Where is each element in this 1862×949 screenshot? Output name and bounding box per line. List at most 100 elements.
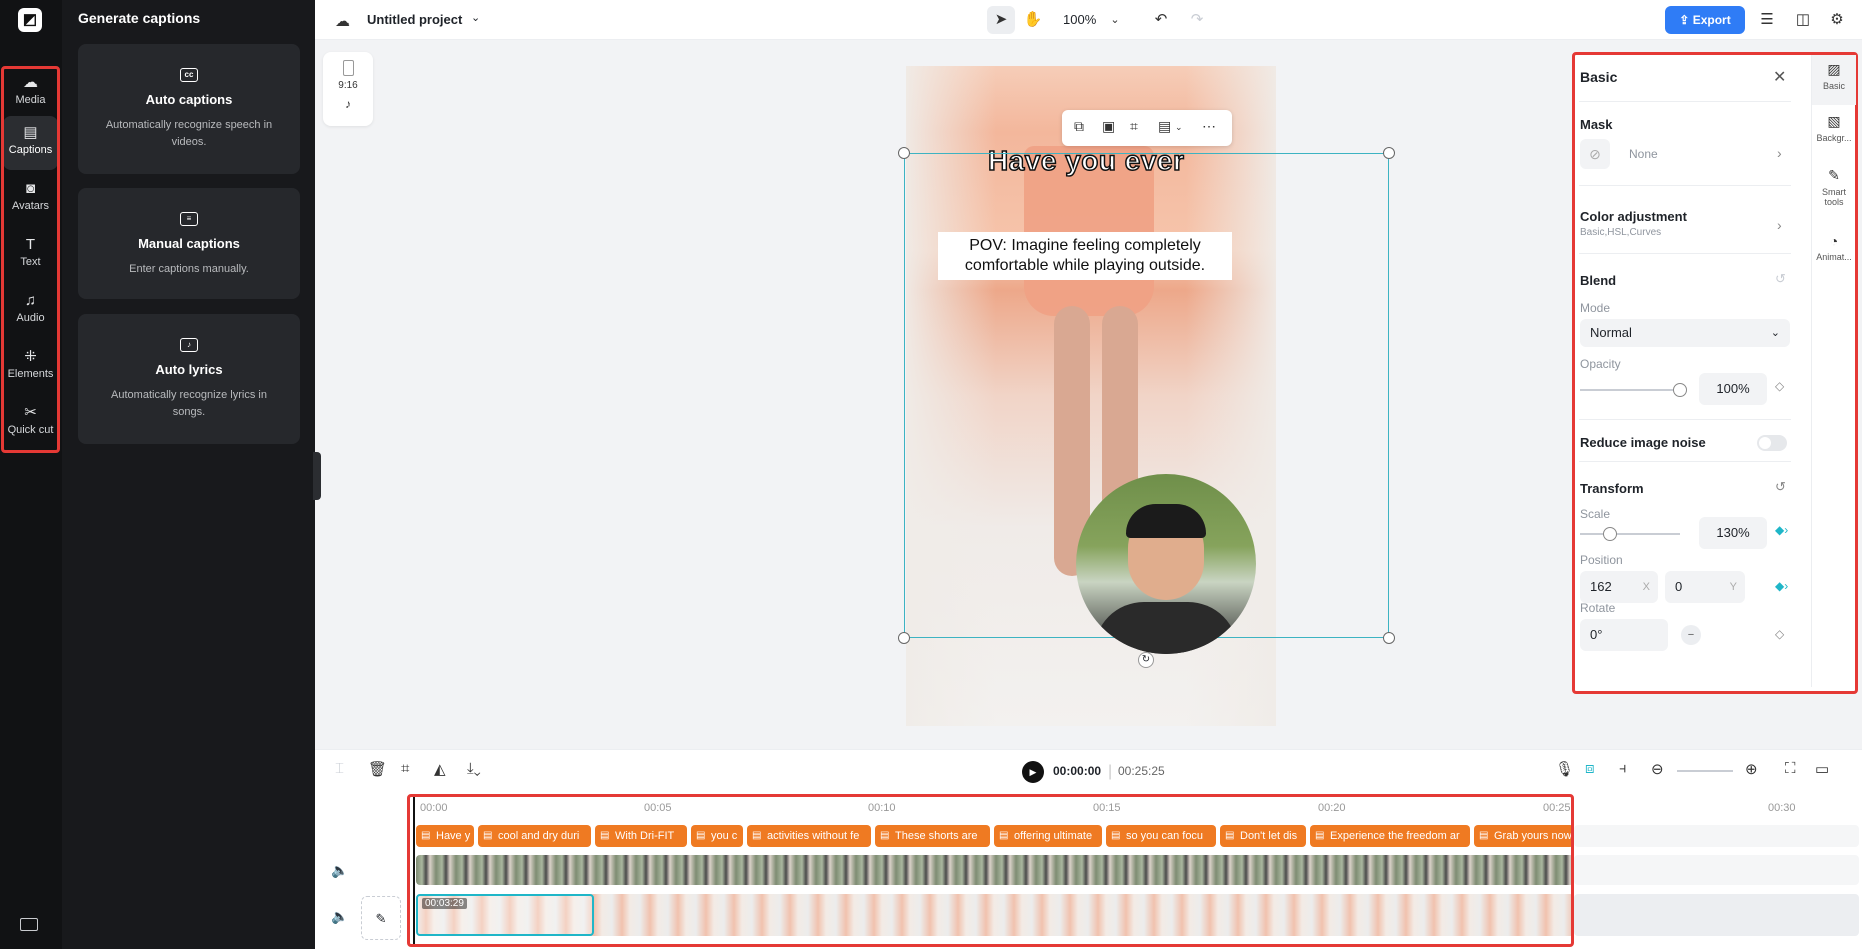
redo-button[interactable]: ↷ bbox=[1183, 6, 1211, 34]
settings-icon[interactable]: ⚙ bbox=[1823, 6, 1851, 34]
keyframe-icon[interactable]: ◇ bbox=[1775, 379, 1784, 393]
lyrics-icon: ♪ bbox=[180, 338, 198, 352]
zoom-level[interactable]: 100% bbox=[1063, 12, 1096, 27]
hand-tool-button[interactable]: ✋ bbox=[1019, 6, 1047, 34]
opacity-slider[interactable] bbox=[1580, 389, 1680, 391]
properties-panel: Basic ✕ Mask ⊘ None › Color adjustment B… bbox=[1572, 52, 1858, 694]
panel-collapse-handle[interactable] bbox=[313, 452, 321, 500]
cc-icon: cc bbox=[180, 68, 198, 82]
layers-icon[interactable]: ☰ bbox=[1753, 6, 1781, 34]
export-label: Export bbox=[1692, 13, 1731, 27]
keyframe-icon[interactable]: ◇ bbox=[1775, 627, 1784, 641]
resize-handle-tl[interactable] bbox=[898, 147, 910, 159]
timeline-zoom-slider[interactable] bbox=[1677, 770, 1733, 772]
crop-icon[interactable]: ⌗ bbox=[401, 760, 409, 777]
select-tool-button[interactable]: ➤ bbox=[987, 6, 1015, 34]
layout-icon[interactable]: ◫ bbox=[1789, 6, 1817, 34]
opacity-label: Opacity bbox=[1580, 357, 1621, 371]
picture-effect-icon[interactable]: ▤ bbox=[1158, 118, 1171, 135]
chevron-down-icon[interactable]: ⌄ bbox=[471, 11, 480, 24]
cloud-sync-icon[interactable]: ☁ bbox=[335, 12, 350, 30]
tab-basic[interactable]: ▨ Basic bbox=[1812, 55, 1856, 105]
keyframe-active-icon[interactable]: ◆› bbox=[1775, 579, 1788, 593]
timeline-highlight bbox=[407, 794, 1574, 947]
remove-bg-icon[interactable]: ▣ bbox=[1102, 118, 1115, 135]
project-title[interactable]: Untitled project bbox=[367, 12, 462, 27]
resize-handle-bl[interactable] bbox=[898, 632, 910, 644]
export-button[interactable]: ⇪ Export bbox=[1665, 6, 1745, 34]
split-scene-icon[interactable]: ⫞ bbox=[1619, 760, 1627, 777]
rotate-handle-icon[interactable]: ↻ bbox=[1138, 652, 1154, 668]
no-mask-icon[interactable]: ⊘ bbox=[1580, 139, 1610, 169]
chevron-down-icon[interactable]: ⌄ bbox=[1175, 122, 1183, 133]
blend-mode-select[interactable]: Normal ⌄ bbox=[1580, 319, 1790, 347]
position-x-value: 162 bbox=[1590, 579, 1612, 594]
floating-toolbar: ⧉ ▣ ⌗ ▤ ⌄ ⋯ bbox=[1062, 110, 1232, 146]
resize-handle-br[interactable] bbox=[1383, 632, 1395, 644]
zoom-in-icon[interactable]: ⊕ bbox=[1745, 760, 1758, 778]
keyframe-active-icon[interactable]: ◆› bbox=[1775, 523, 1788, 537]
undo-button[interactable]: ↶ bbox=[1147, 6, 1175, 34]
zoom-chevron-icon[interactable]: ⌄ bbox=[1101, 6, 1129, 34]
auto-snap-icon[interactable]: ⧈ bbox=[1585, 760, 1595, 777]
edit-cover-icon[interactable]: ✎ bbox=[361, 896, 401, 940]
basic-icon: ▨ bbox=[1827, 61, 1841, 77]
tab-smart-tools[interactable]: ✎ Smart tools bbox=[1812, 161, 1856, 223]
chevron-right-icon[interactable]: › bbox=[1777, 145, 1782, 161]
comment-icon[interactable]: ▭ bbox=[1815, 760, 1829, 778]
mask-value[interactable]: None bbox=[1629, 147, 1658, 161]
main-track-volume-icon[interactable]: 🔈 bbox=[331, 908, 348, 925]
more-icon[interactable]: ⋯ bbox=[1202, 118, 1216, 135]
reset-icon[interactable]: ↺ bbox=[1775, 479, 1786, 495]
upload-icon: ⇪ bbox=[1679, 13, 1693, 27]
scale-input[interactable]: 130% bbox=[1699, 517, 1767, 549]
tab-animation[interactable]: ◔ Animat... bbox=[1812, 227, 1856, 277]
resize-handle-tr[interactable] bbox=[1383, 147, 1395, 159]
manual-captions-desc: Enter captions manually. bbox=[129, 263, 249, 275]
split-icon[interactable]: ⌶ bbox=[335, 760, 344, 777]
reset-icon[interactable]: ↺ bbox=[1775, 271, 1786, 287]
delete-icon[interactable]: 🗑 bbox=[368, 760, 387, 778]
tick-label: 00:30 bbox=[1768, 802, 1796, 814]
video-track-volume-icon[interactable]: 🔈 bbox=[331, 862, 348, 879]
play-button[interactable]: ▶ bbox=[1022, 761, 1044, 783]
color-adjustment-label[interactable]: Color adjustment bbox=[1580, 209, 1687, 224]
mask-label: Mask bbox=[1580, 117, 1613, 132]
tab-basic-label: Basic bbox=[1822, 81, 1845, 91]
position-y-input[interactable]: 0 Y bbox=[1665, 571, 1745, 603]
divider bbox=[1579, 461, 1791, 462]
avatar-shirt bbox=[1094, 602, 1238, 654]
auto-captions-card[interactable]: cc Auto captions Automatically recognize… bbox=[78, 44, 300, 174]
crop-icon[interactable]: ⌗ bbox=[1130, 118, 1138, 135]
noise-toggle[interactable] bbox=[1757, 435, 1787, 451]
tiktok-icon: ♪ bbox=[345, 97, 351, 111]
rotate-input[interactable]: 0° bbox=[1580, 619, 1668, 651]
auto-lyrics-card[interactable]: ♪ Auto lyrics Automatically recognize ly… bbox=[78, 314, 300, 444]
scale-slider-knob[interactable] bbox=[1603, 527, 1617, 541]
zoom-out-icon[interactable]: ⊖ bbox=[1651, 760, 1664, 778]
rail-highlight bbox=[1, 66, 60, 453]
captions-panel: Generate captions cc Auto captions Autom… bbox=[62, 0, 315, 949]
manual-captions-card[interactable]: ≡ Manual captions Enter captions manuall… bbox=[78, 188, 300, 299]
blend-label: Blend bbox=[1580, 273, 1617, 288]
mode-label: Mode bbox=[1580, 301, 1611, 315]
fullscreen-icon[interactable]: ⛶ bbox=[1785, 760, 1796, 777]
opacity-slider-knob[interactable] bbox=[1673, 383, 1687, 397]
capcut-logo[interactable]: ◩ bbox=[18, 8, 42, 32]
manual-captions-title: Manual captions bbox=[138, 236, 240, 251]
keyboard-icon[interactable] bbox=[20, 918, 38, 931]
scale-slider[interactable] bbox=[1580, 533, 1680, 535]
replace-image-icon[interactable]: ⧉ bbox=[1074, 118, 1084, 135]
rotate-dial-icon[interactable]: − bbox=[1681, 625, 1701, 645]
mirror-icon[interactable]: ◭ bbox=[434, 760, 446, 778]
tab-background[interactable]: ▧ Backgr... bbox=[1812, 107, 1856, 159]
chevron-right-icon[interactable]: › bbox=[1777, 217, 1782, 233]
aspect-ratio-card[interactable]: 9:16 ♪ bbox=[323, 52, 373, 126]
opacity-input[interactable]: 100% bbox=[1699, 373, 1767, 405]
position-x-input[interactable]: 162 X bbox=[1580, 571, 1658, 603]
download-icon[interactable]: ⤓⌄ bbox=[467, 760, 481, 777]
close-icon[interactable]: ✕ bbox=[1773, 67, 1786, 87]
background-icon: ▧ bbox=[1827, 113, 1841, 129]
avatar-video-circle[interactable] bbox=[1076, 474, 1256, 654]
microphone-icon[interactable]: 🎙 bbox=[1555, 760, 1574, 778]
